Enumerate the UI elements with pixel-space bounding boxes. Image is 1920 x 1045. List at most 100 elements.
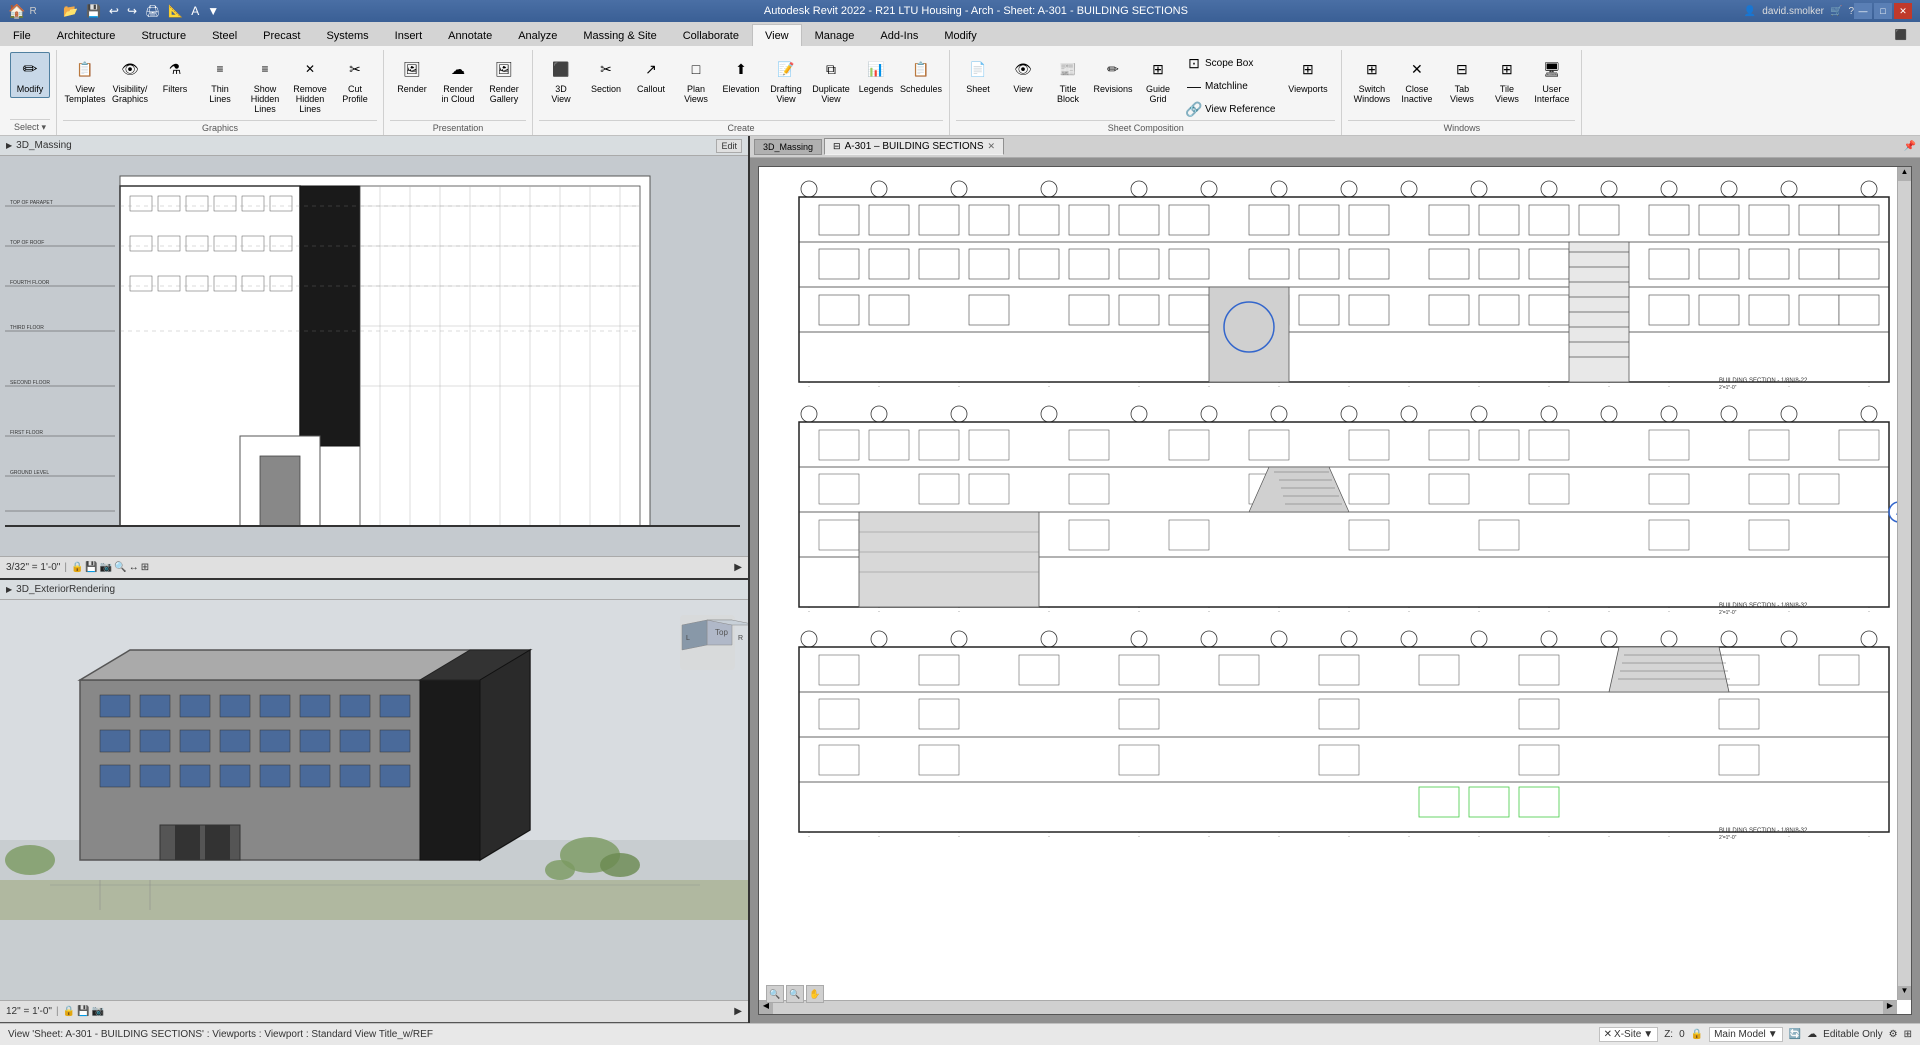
render-button[interactable]: 🖼 Render xyxy=(390,52,434,98)
viewport-top[interactable]: ▶ 3D_Massing Edit xyxy=(0,136,748,580)
sheet-scrollbar-h[interactable]: ◀ ▶ xyxy=(759,1000,1897,1014)
title-block-button[interactable]: 📰 TitleBlock xyxy=(1046,52,1090,108)
guide-grid-button[interactable]: ⊞ GuideGrid xyxy=(1136,52,1180,108)
tab-manage[interactable]: Manage xyxy=(802,24,868,46)
pan-btn[interactable]: ✋ xyxy=(806,985,824,1003)
legends-button[interactable]: 📊 Legends xyxy=(854,52,898,98)
scope-box-icon: ⊡ xyxy=(1185,54,1203,72)
pin-icon[interactable]: 📌 xyxy=(1904,141,1916,152)
maximize-button[interactable]: □ xyxy=(1874,3,1892,19)
sheet-tab-building-sections[interactable]: ⊟ A-301 – BUILDING SECTIONS ✕ xyxy=(824,138,1004,155)
elevation-drawing-area[interactable]: TOP OF PARAPET TOP OF ROOF FOURTH FLOOR … xyxy=(0,156,748,556)
callout-button[interactable]: ↗ Callout xyxy=(629,52,673,98)
viewport-bottom[interactable]: ▶ 3D_ExteriorRendering xyxy=(0,580,748,1023)
expand-btn-bottom[interactable]: ▶ xyxy=(734,1006,742,1017)
render-cloud-button[interactable]: ☁ Renderin Cloud xyxy=(436,52,480,108)
qa-save[interactable]: 💾 xyxy=(83,3,104,19)
filters-button[interactable]: ⚗ Filters xyxy=(153,52,197,98)
expand-btn[interactable]: ▶ xyxy=(734,562,742,573)
qa-redo[interactable]: ↪ xyxy=(124,3,140,19)
scope-box-button[interactable]: ⊡ Scope Box xyxy=(1181,52,1279,74)
schedules-button[interactable]: 📋 Schedules xyxy=(899,52,943,98)
drafting-view-button[interactable]: 📝 DraftingView xyxy=(764,52,808,108)
sheet-scrollbar-v[interactable]: ▲ ▼ xyxy=(1897,167,1911,1000)
tab-view[interactable]: View xyxy=(752,24,802,46)
viewports-button[interactable]: ⊞ Viewports xyxy=(1280,52,1335,98)
cut-profile-button[interactable]: ✂ CutProfile xyxy=(333,52,377,108)
tab-steel[interactable]: Steel xyxy=(199,24,250,46)
zoom-in-btn[interactable]: 🔍 xyxy=(766,985,784,1003)
workspace: ▶ 3D_Massing Edit xyxy=(0,136,1920,1023)
sheet-area[interactable]: BUILDING SECTION - 1/8N/8-22 2'=1"-0" xyxy=(750,158,1920,1023)
remove-hidden-lines-button[interactable]: ✕ RemoveHidden Lines xyxy=(288,52,332,118)
sync-icon[interactable]: 🔄 xyxy=(1789,1029,1801,1040)
sheet-tab-close[interactable]: ✕ xyxy=(988,141,996,152)
windows-label: Windows xyxy=(1348,120,1575,133)
close-button[interactable]: ✕ xyxy=(1894,3,1912,19)
section-button[interactable]: ✂ Section xyxy=(584,52,628,98)
tab-views-button[interactable]: ⊟ TabViews xyxy=(1440,52,1484,108)
tab-analyze[interactable]: Analyze xyxy=(505,24,570,46)
model-selector[interactable]: Main Model ▼ xyxy=(1709,1027,1783,1042)
modify-button[interactable]: ✏ Modify xyxy=(10,52,50,98)
minimize-button[interactable]: — xyxy=(1854,3,1872,19)
zoom-out-btn[interactable]: 🔍 xyxy=(786,985,804,1003)
tab-architecture[interactable]: Architecture xyxy=(44,24,129,46)
switch-windows-icon: ⊞ xyxy=(1358,55,1386,83)
3d-view-button[interactable]: ⬛ 3DView xyxy=(539,52,583,108)
revisions-button[interactable]: ✏ Revisions xyxy=(1091,52,1135,98)
close-inactive-button[interactable]: ✕ CloseInactive xyxy=(1395,52,1439,108)
sheet-tab-3dmassing[interactable]: 3D_Massing xyxy=(754,139,822,155)
qa-more[interactable]: ▼ xyxy=(204,3,222,19)
render-gallery-button[interactable]: 🖼 RenderGallery xyxy=(482,52,526,108)
qa-undo[interactable]: ↩ xyxy=(106,3,122,19)
qa-open[interactable]: 📂 xyxy=(60,3,81,19)
cart-icon: 🛒 xyxy=(1830,6,1842,17)
tab-insert[interactable]: Insert xyxy=(382,24,436,46)
switch-windows-button[interactable]: ⊞ SwitchWindows xyxy=(1350,52,1394,108)
tab-file[interactable]: File xyxy=(0,24,44,46)
matchline-button[interactable]: — Matchline xyxy=(1181,75,1279,97)
tab-massing[interactable]: Massing & Site xyxy=(570,24,669,46)
view-reference-icon: 🔗 xyxy=(1185,100,1203,118)
settings-icon[interactable]: ⚙ xyxy=(1889,1029,1898,1040)
tab-addins[interactable]: Add-Ins xyxy=(867,24,931,46)
qa-print[interactable]: 🖨 xyxy=(142,3,163,19)
visibility-graphics-button[interactable]: 👁 Visibility/Graphics xyxy=(108,52,152,108)
qa-text[interactable]: A xyxy=(188,3,202,19)
duplicate-view-button[interactable]: ⧉ DuplicateView xyxy=(809,52,853,108)
tab-systems[interactable]: Systems xyxy=(313,24,381,46)
plan-views-button[interactable]: □ PlanViews xyxy=(674,52,718,108)
tab-structure[interactable]: Structure xyxy=(128,24,199,46)
view-reference-button[interactable]: 🔗 View Reference xyxy=(1181,98,1279,120)
close-inactive-icon: ✕ xyxy=(1403,55,1431,83)
view-button[interactable]: 👁 View xyxy=(1001,52,1045,98)
z-coord: 0 xyxy=(1679,1029,1685,1040)
qa-measure[interactable]: 📐 xyxy=(165,3,186,19)
elevation-button[interactable]: ⬆ Elevation xyxy=(719,52,763,98)
tab-collaborate[interactable]: Collaborate xyxy=(670,24,752,46)
show-hidden-lines-button[interactable]: ≡ ShowHidden Lines xyxy=(243,52,287,118)
tab-modify[interactable]: Modify xyxy=(931,24,989,46)
quick-access-toolbar[interactable]: 📂 💾 ↩ ↪ 🖨 📐 A ▼ xyxy=(60,0,222,22)
3d-rendering-area[interactable]: Top L R xyxy=(0,600,748,1000)
tab-annotate[interactable]: Annotate xyxy=(435,24,505,46)
expand-icon[interactable]: ⊞ xyxy=(1904,1029,1912,1040)
sheet-composition-label: Sheet Composition xyxy=(956,120,1335,133)
title-block-icon: 📰 xyxy=(1054,55,1082,83)
sheet-button[interactable]: 📄 Sheet xyxy=(956,52,1000,98)
tab-precast[interactable]: Precast xyxy=(250,24,313,46)
view-templates-button[interactable]: 📋 ViewTemplates xyxy=(63,52,107,108)
sheet-tab-bar: 3D_Massing ⊟ A-301 – BUILDING SECTIONS ✕… xyxy=(750,136,1920,158)
cloud-icon[interactable]: ☁ xyxy=(1807,1029,1817,1040)
user-icon: 👤 xyxy=(1744,6,1756,17)
user-interface-button[interactable]: 🖥 UserInterface xyxy=(1530,52,1574,108)
tab-contextual[interactable]: ⬛ xyxy=(1882,24,1920,46)
scale-label: 3/32" = 1'-0" xyxy=(6,562,60,573)
viewport-top-edit-btn[interactable]: Edit xyxy=(716,139,742,153)
sheet-nav-controls[interactable]: 🔍 🔍 ✋ xyxy=(766,985,824,1003)
window-controls[interactable]: — □ ✕ xyxy=(1854,3,1912,19)
thin-lines-button[interactable]: ≡ ThinLines xyxy=(198,52,242,108)
tile-views-button[interactable]: ⊞ TileViews xyxy=(1485,52,1529,108)
site-selector[interactable]: ✕ X-Site ▼ xyxy=(1599,1027,1659,1042)
